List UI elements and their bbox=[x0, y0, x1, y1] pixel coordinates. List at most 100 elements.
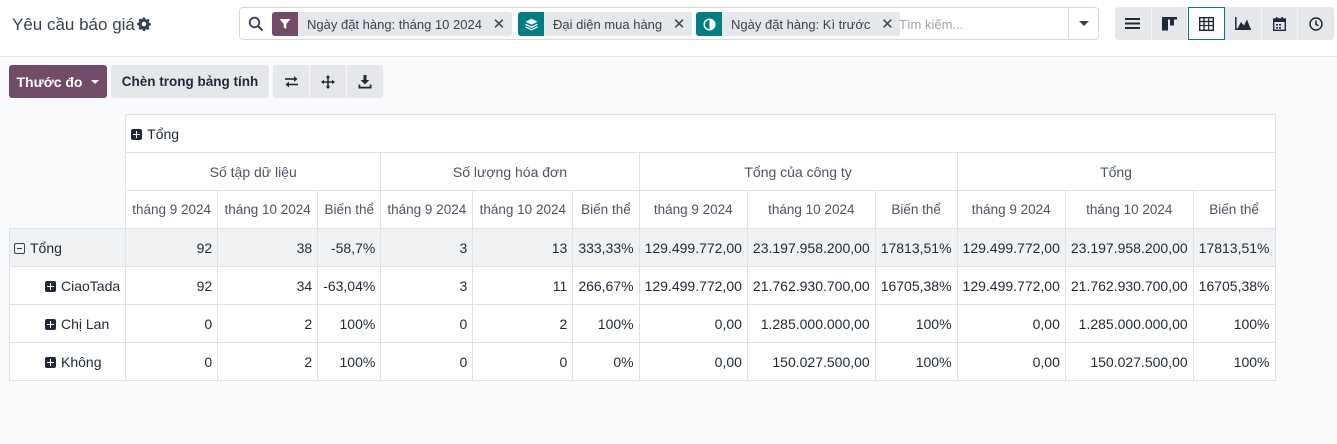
pivot-cell[interactable]: 0% bbox=[572, 342, 640, 381]
measure-header[interactable]: Tổng của công ty bbox=[638, 152, 958, 191]
pivot-cell[interactable]: 0,00 bbox=[956, 342, 1066, 381]
pivot-cell[interactable]: 38 bbox=[217, 228, 319, 267]
search-icon[interactable] bbox=[248, 16, 264, 32]
plus-square-icon bbox=[131, 128, 143, 140]
pivot-cell[interactable]: 0,00 bbox=[638, 342, 748, 381]
pivot-cell[interactable]: 150.027.500,00 bbox=[746, 342, 876, 381]
measures-label: Thước đo bbox=[16, 73, 83, 90]
pivot-cell[interactable]: 0,00 bbox=[638, 304, 748, 343]
close-icon[interactable]: ✕ bbox=[670, 12, 688, 36]
row-label: Không bbox=[61, 353, 102, 370]
pivot-cell[interactable]: 1.285.000.000,00 bbox=[746, 304, 876, 343]
measure-header[interactable]: Số tập dữ liệu bbox=[125, 152, 382, 191]
period-header[interactable]: tháng 10 2024 bbox=[746, 190, 876, 229]
measure-header[interactable]: Số lượng hóa đơn bbox=[380, 152, 640, 191]
pivot-view-button[interactable] bbox=[1188, 7, 1226, 40]
download-button[interactable] bbox=[347, 65, 383, 98]
pivot-cell[interactable]: 34 bbox=[217, 266, 319, 305]
measure-header[interactable]: Tổng bbox=[956, 152, 1276, 191]
pivot-cell[interactable]: 16705,38% bbox=[874, 266, 958, 305]
pivot-cell[interactable]: 100% bbox=[572, 304, 640, 343]
pivot-cell[interactable]: 0 bbox=[380, 342, 474, 381]
pivot-cell[interactable]: -58,7% bbox=[317, 228, 382, 267]
gear-icon[interactable] bbox=[137, 17, 151, 31]
pivot-table: Tổng Số tập dữ liệu Số lượng hóa đơn Tổn… bbox=[8, 114, 1276, 381]
pivot-cell[interactable]: 17813,51% bbox=[874, 228, 958, 267]
graph-view-button[interactable] bbox=[1225, 7, 1262, 40]
pivot-app: Yêu cầu báo giá Ngày đặt hàng: tháng 10 … bbox=[0, 0, 1337, 444]
measures-button[interactable]: Thước đo bbox=[9, 65, 107, 98]
pivot-cell[interactable]: 0 bbox=[380, 304, 474, 343]
pivot-cell[interactable]: 150.027.500,00 bbox=[1064, 342, 1194, 381]
pivot-cell[interactable]: 92 bbox=[125, 228, 219, 267]
variation-header[interactable]: Biến thể bbox=[572, 190, 640, 229]
activity-view-button[interactable] bbox=[1298, 7, 1336, 40]
flip-axis-button[interactable] bbox=[273, 65, 309, 98]
insert-label: Chèn trong bảng tính bbox=[121, 74, 259, 89]
row-header-total[interactable]: Tổng bbox=[8, 228, 127, 267]
pivot-cell[interactable]: 129.499.772,00 bbox=[638, 266, 748, 305]
pivot-cell[interactable]: 16705,38% bbox=[1192, 266, 1276, 305]
pivot-cell[interactable]: 333,33% bbox=[572, 228, 640, 267]
calendar-view-button[interactable] bbox=[1261, 7, 1299, 40]
insert-in-spreadsheet-button[interactable]: Chèn trong bảng tính bbox=[111, 65, 269, 98]
pivot-cell[interactable]: 100% bbox=[874, 342, 958, 381]
row-header[interactable]: Chị Lan bbox=[8, 304, 127, 343]
pivot-cell[interactable]: 100% bbox=[1192, 342, 1276, 381]
pivot-cell[interactable]: 100% bbox=[874, 304, 958, 343]
corner-cell bbox=[10, 115, 126, 153]
close-icon[interactable]: ✕ bbox=[490, 12, 508, 36]
pivot-cell[interactable]: 3 bbox=[380, 228, 474, 267]
pivot-cell[interactable]: 100% bbox=[317, 304, 382, 343]
pivot-cell[interactable]: 0,00 bbox=[956, 304, 1066, 343]
pivot-cell[interactable]: 13 bbox=[472, 228, 574, 267]
chevron-down-icon bbox=[91, 79, 100, 84]
pivot-cell[interactable]: 100% bbox=[317, 342, 382, 381]
pivot-cell[interactable]: 11 bbox=[472, 266, 574, 305]
pivot-cell[interactable]: 266,67% bbox=[572, 266, 640, 305]
swap-icon bbox=[284, 76, 298, 88]
pivot-cell[interactable]: 0 bbox=[125, 342, 219, 381]
pivot-cell[interactable]: 17813,51% bbox=[1192, 228, 1276, 267]
pivot-cell[interactable]: 23.197.958.200,00 bbox=[746, 228, 876, 267]
page-title: Yêu cầu báo giá bbox=[12, 15, 135, 34]
search-options-toggle[interactable] bbox=[1068, 8, 1098, 39]
area-chart-icon bbox=[1234, 17, 1251, 30]
pivot-cell[interactable]: 21.762.930.700,00 bbox=[1064, 266, 1194, 305]
search-input[interactable] bbox=[899, 12, 1059, 36]
pivot-cell[interactable]: 129.499.772,00 bbox=[638, 228, 748, 267]
table-row: CiaoTada 92 34 -63,04% 3 11 266,67% 129.… bbox=[8, 266, 1276, 305]
pivot-cell[interactable]: 0 bbox=[125, 304, 219, 343]
expand-all-button[interactable] bbox=[310, 65, 346, 98]
variation-header[interactable]: Biến thể bbox=[1192, 190, 1276, 229]
list-view-button[interactable] bbox=[1115, 7, 1152, 40]
period-header[interactable]: tháng 10 2024 bbox=[472, 190, 574, 229]
period-header[interactable]: tháng 10 2024 bbox=[217, 190, 319, 229]
kanban-view-button[interactable] bbox=[1151, 7, 1189, 40]
variation-header[interactable]: Biến thể bbox=[874, 190, 958, 229]
period-header[interactable]: tháng 10 2024 bbox=[1064, 190, 1194, 229]
pivot-cell[interactable]: 3 bbox=[380, 266, 474, 305]
pivot-cell[interactable]: -63,04% bbox=[317, 266, 382, 305]
period-header[interactable]: tháng 9 2024 bbox=[638, 190, 748, 229]
period-header[interactable]: tháng 9 2024 bbox=[380, 190, 474, 229]
facet-label: Ngày đặt hàng: Kì trước bbox=[731, 16, 871, 32]
close-icon[interactable]: ✕ bbox=[878, 12, 896, 36]
pivot-cell[interactable]: 2 bbox=[217, 342, 319, 381]
row-header[interactable]: CiaoTada bbox=[8, 266, 127, 305]
pivot-cell[interactable]: 2 bbox=[217, 304, 319, 343]
pivot-cell[interactable]: 129.499.772,00 bbox=[956, 228, 1066, 267]
pivot-cell[interactable]: 1.285.000.000,00 bbox=[1064, 304, 1194, 343]
pivot-cell[interactable]: 23.197.958.200,00 bbox=[1064, 228, 1194, 267]
row-header[interactable]: Không bbox=[8, 342, 127, 381]
pivot-cell[interactable]: 129.499.772,00 bbox=[956, 266, 1066, 305]
period-header[interactable]: tháng 9 2024 bbox=[125, 190, 219, 229]
pivot-cell[interactable]: 2 bbox=[472, 304, 574, 343]
period-header[interactable]: tháng 9 2024 bbox=[956, 190, 1066, 229]
pivot-cell[interactable]: 0 bbox=[472, 342, 574, 381]
col-header-total[interactable]: Tổng bbox=[125, 114, 1276, 153]
variation-header[interactable]: Biến thể bbox=[317, 190, 382, 229]
pivot-cell[interactable]: 21.762.930.700,00 bbox=[746, 266, 876, 305]
pivot-cell[interactable]: 100% bbox=[1192, 304, 1276, 343]
pivot-cell[interactable]: 92 bbox=[125, 266, 219, 305]
